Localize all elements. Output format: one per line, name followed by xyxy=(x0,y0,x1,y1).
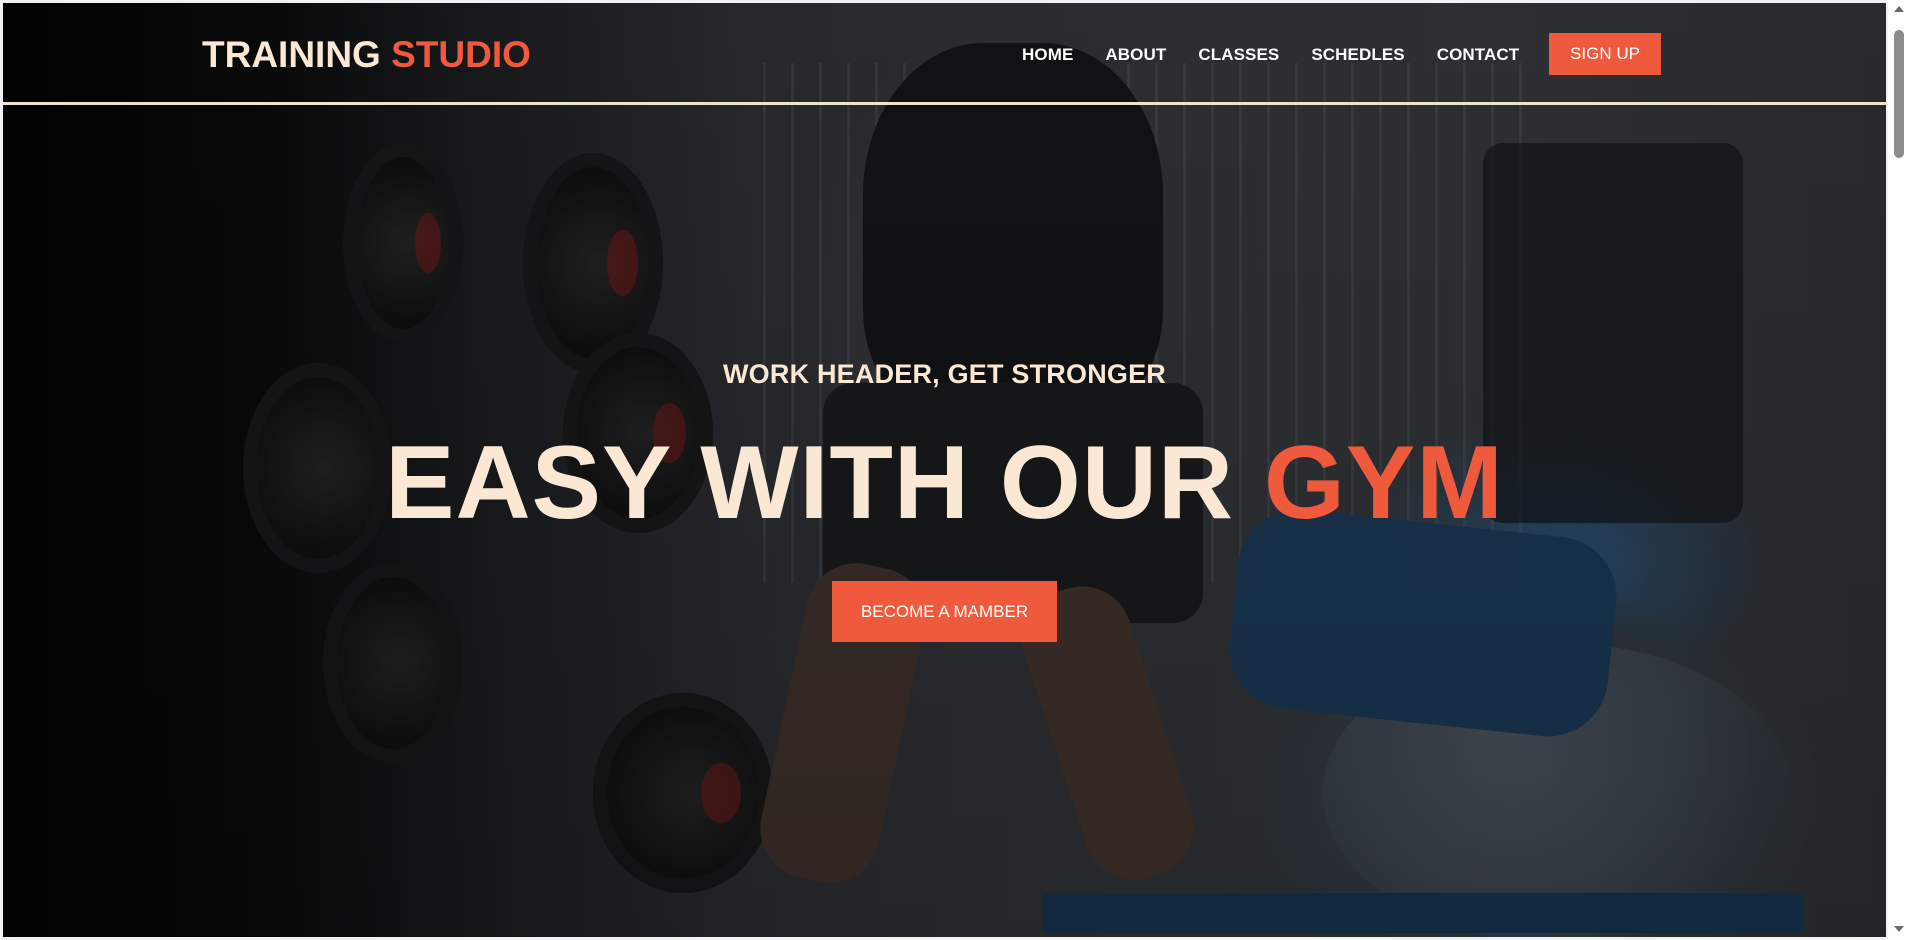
main-nav: HOME ABOUT CLASSES SCHEDLES CONTACT xyxy=(1022,45,1551,65)
hero-title-main: EASY WITH OUR xyxy=(385,425,1235,541)
browser-viewport: TRAINING STUDIO HOME ABOUT CLASSES SCHED… xyxy=(0,0,1911,940)
site-logo[interactable]: TRAINING STUDIO xyxy=(202,34,531,76)
nav-about-link[interactable]: ABOUT xyxy=(1105,45,1166,65)
hero-title-accent: GYM xyxy=(1263,425,1504,541)
become-member-button[interactable]: BECOME A MAMBER xyxy=(832,581,1057,642)
logo-text: TRAINING xyxy=(202,34,381,75)
scroll-down-arrow-icon[interactable] xyxy=(1894,926,1904,932)
hero-subtitle: WORK HEADER, GET STRONGER xyxy=(722,359,1166,389)
nav-contact-link[interactable]: CONTACT xyxy=(1437,45,1520,65)
hero-section: TRAINING STUDIO HOME ABOUT CLASSES SCHED… xyxy=(3,3,1886,937)
nav-home-link[interactable]: HOME xyxy=(1022,45,1073,65)
scrollbar-thumb[interactable] xyxy=(1894,30,1904,158)
top-navbar: TRAINING STUDIO HOME ABOUT CLASSES SCHED… xyxy=(3,3,1886,105)
hero-title: EASY WITH OUR GYM xyxy=(3,431,1886,535)
vertical-scrollbar[interactable] xyxy=(1888,0,1911,940)
scroll-up-arrow-icon[interactable] xyxy=(1894,6,1904,12)
nav-schedules-link[interactable]: SCHEDLES xyxy=(1311,45,1404,65)
logo-accent-text: STUDIO xyxy=(391,34,531,75)
nav-classes-link[interactable]: CLASSES xyxy=(1198,45,1279,65)
signup-button[interactable]: SIGN UP xyxy=(1549,33,1661,75)
